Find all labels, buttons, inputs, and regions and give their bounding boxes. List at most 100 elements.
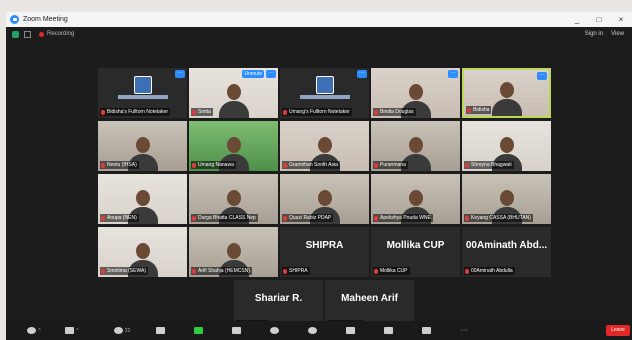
muted-mic-icon <box>101 268 105 274</box>
participant-tile[interactable]: ··· Bidisha's Fulltorn Notetaker <box>98 68 187 118</box>
person-body <box>218 101 249 118</box>
participant-video <box>491 82 522 116</box>
participant-name-label: 00Aminath Abdulla <box>464 267 515 275</box>
summary-button[interactable] <box>226 325 246 337</box>
muted-mic-icon <box>101 162 105 168</box>
participant-display-name: Maheen Arif <box>341 293 398 304</box>
notetaker-logo-icon <box>133 76 152 94</box>
participant-tile[interactable]: SHIPRA SHIPRA <box>280 227 369 277</box>
participant-name: Smita <box>198 109 211 115</box>
sign-in-link[interactable]: Sign in <box>585 31 603 37</box>
more-button[interactable]: ··· <box>454 325 474 337</box>
security-shield-icon[interactable] <box>12 30 19 38</box>
muted-mic-icon <box>374 215 378 221</box>
participant-name-label: Arifi Shahja (HEMCSN) <box>191 267 252 275</box>
muted-mic-icon <box>465 268 469 274</box>
chevron-up-icon[interactable]: ^ <box>76 328 78 334</box>
participant-video <box>218 84 249 118</box>
participant-tile[interactable]: ··· Umang's Fulltorn Notetaker <box>280 68 369 118</box>
participant-name: 00Aminath Abdulla <box>471 268 513 274</box>
record-button[interactable] <box>302 325 322 337</box>
participant-name-label: Anupa (NEN) <box>100 214 139 222</box>
participant-name: Durga Bhatta CLASS Nep <box>198 215 256 221</box>
apps-icon <box>383 327 393 334</box>
tile-options-button[interactable]: ··· <box>537 72 547 80</box>
recording-dot-icon <box>39 31 44 37</box>
participant-name: Smritima (SEWA) <box>107 268 146 274</box>
participant-tile[interactable]: Apekshya Pouda WNE <box>371 174 460 224</box>
participant-name-label: Umang's Fulltorn Notetaker <box>282 108 352 116</box>
participant-tile[interactable]: Puranmana <box>371 121 460 171</box>
whiteboard-icon <box>421 327 431 334</box>
participant-tile[interactable]: Unmute ··· Smita <box>189 68 278 118</box>
person-head <box>408 84 423 100</box>
meeting-topbar: Recording Sign in View <box>6 27 632 41</box>
apps-button[interactable] <box>378 325 398 337</box>
participant-tile[interactable]: 00Aminath Abd... 00Aminath Abdulla <box>462 227 551 277</box>
whiteboard-button[interactable] <box>416 325 436 337</box>
participant-name: Puranmana <box>380 162 406 168</box>
participant-name: Bindia Douglas <box>380 109 414 115</box>
chevron-up-icon[interactable]: ^ <box>38 328 40 334</box>
participant-name-label: Durga Bhatta CLASS Nep <box>191 214 258 222</box>
muted-mic-icon <box>192 215 196 221</box>
unmute-badge[interactable]: Unmute <box>242 70 264 78</box>
muted-mic-icon <box>283 162 287 168</box>
participant-name-label: Smritima (SEWA) <box>100 267 148 275</box>
chat-button[interactable] <box>150 325 170 337</box>
participant-tile[interactable]: Mollika CUP Mollika CUP <box>371 227 460 277</box>
mute-button[interactable]: ^ <box>24 325 44 337</box>
participant-tile[interactable]: ··· Bidisha <box>462 68 551 118</box>
participants-icon <box>113 327 123 334</box>
person-head <box>135 243 150 259</box>
participant-tile[interactable]: Shreyna Bhagwati <box>462 121 551 171</box>
person-head <box>499 137 514 153</box>
participant-tile[interactable]: Arifi Shahja (HEMCSN) <box>189 227 278 277</box>
tile-options-button[interactable]: ··· <box>266 70 276 78</box>
participant-name: Keyang CASSA (BHUTAN) <box>471 215 531 221</box>
participant-tile[interactable]: Quazi Rabiz PDAP <box>280 174 369 224</box>
participant-tile[interactable]: Smritima (SEWA) <box>98 227 187 277</box>
muted-mic-icon <box>101 215 105 221</box>
participant-name: Gramirhan Sooth Asia <box>289 162 338 168</box>
participant-tile[interactable]: Durga Bhatta CLASS Nep <box>189 174 278 224</box>
participant-name: Arifi Shahja (HEMCSN) <box>198 268 250 274</box>
chat-icon <box>155 327 165 334</box>
title-bar: Zoom Meeting _ □ × <box>6 12 632 27</box>
ai-companion-button[interactable] <box>264 325 284 337</box>
close-button[interactable]: × <box>610 15 632 24</box>
participant-tile[interactable]: Umang Nanawa <box>189 121 278 171</box>
participant-name-label: Bidisha <box>466 106 492 114</box>
tile-options-button[interactable]: ··· <box>175 70 185 78</box>
participant-name: Bidisha <box>473 107 490 113</box>
sparkle-icon <box>269 327 279 334</box>
leave-button[interactable]: Leave <box>606 325 630 336</box>
participant-name-label: Neetu (IHSA) <box>100 161 139 169</box>
video-button[interactable]: ^ <box>62 325 82 337</box>
minimize-button[interactable]: _ <box>566 15 588 24</box>
maximize-button[interactable]: □ <box>588 15 610 24</box>
participant-tile[interactable]: ··· Bindia Douglas <box>371 68 460 118</box>
meeting-info-icon[interactable] <box>24 30 31 38</box>
participant-tile[interactable]: Keyang CASSA (BHUTAN) <box>462 174 551 224</box>
reactions-button[interactable] <box>340 325 360 337</box>
person-head <box>408 137 423 153</box>
participant-tile[interactable]: Gramirhan Sooth Asia <box>280 121 369 171</box>
participant-name-label: Bidisha's Fulltorn Notetaker <box>100 108 170 116</box>
muted-mic-icon <box>374 162 378 168</box>
participant-name: Apekshya Pouda WNE <box>380 215 431 221</box>
view-button[interactable]: View <box>611 31 624 37</box>
participant-name: SHIPRA <box>289 268 308 274</box>
participant-tile[interactable]: Neetu (IHSA) <box>98 121 187 171</box>
zoom-logo-icon <box>10 15 19 24</box>
tile-options-button[interactable]: ··· <box>448 70 458 78</box>
tile-options-button[interactable]: ··· <box>357 70 367 78</box>
muted-mic-icon <box>374 268 378 274</box>
participants-button[interactable]: 22 <box>112 325 132 337</box>
share-screen-button[interactable] <box>188 325 208 337</box>
person-head <box>226 243 241 259</box>
participant-tile[interactable]: Anupa (NEN) <box>98 174 187 224</box>
muted-mic-icon <box>283 109 287 115</box>
muted-mic-icon <box>192 162 196 168</box>
muted-mic-icon <box>101 109 105 115</box>
